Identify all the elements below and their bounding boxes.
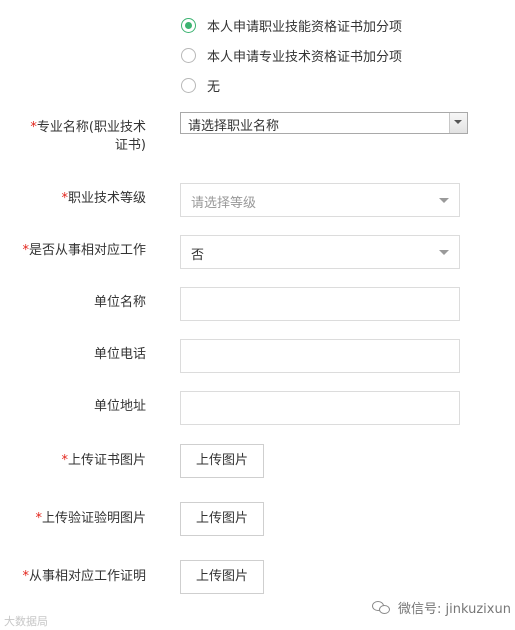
wechat-watermark: 微信号: jinkuzixun — [372, 598, 511, 617]
verification-upload-label: *上传验证验明图片 — [35, 510, 146, 528]
radio-label: 本人申请职业技能资格证书加分项 — [207, 19, 403, 35]
tech-level-label: *职业技术等级 — [61, 190, 146, 208]
label-text: 上传证书图片 — [67, 453, 146, 468]
engaged-work-value: 否 — [191, 248, 205, 263]
certificate-upload-label: *上传证书图片 — [61, 452, 146, 470]
unit-address-label: 单位地址 — [93, 399, 146, 414]
certificate-upload-button[interactable]: 上传图片 — [180, 444, 264, 478]
tech-level-placeholder: 请选择等级 — [191, 196, 257, 211]
label-text: 职业技术等级 — [67, 191, 146, 206]
work-proof-upload-label: *从事相对应工作证明 — [22, 568, 146, 586]
caret-down-icon — [439, 250, 449, 255]
footer-left-text: 大数据局 — [4, 615, 48, 628]
unit-name-label: 单位名称 — [93, 295, 146, 310]
radio-button[interactable] — [181, 77, 196, 93]
major-name-label: *专业名称(职业技术 证书) — [30, 119, 146, 155]
verification-upload-button[interactable]: 上传图片 — [180, 502, 264, 536]
wechat-icon — [372, 600, 392, 615]
major-name-select-value: 请选择职业名称 — [188, 119, 280, 134]
tech-level-select[interactable]: 请选择等级 — [180, 183, 460, 217]
unit-name-input[interactable] — [180, 287, 460, 321]
radio-button-checked[interactable] — [181, 17, 196, 33]
radio-option-professional-certificate[interactable]: 本人申请专业技术资格证书加分项 — [181, 45, 402, 65]
label-text: 从事相对应工作证明 — [28, 569, 146, 584]
label-text: 是否从事相对应工作 — [28, 243, 146, 258]
radio-button[interactable] — [181, 47, 196, 63]
unit-phone-input[interactable] — [180, 339, 460, 373]
label-line-1: 专业名称(职业技术 — [36, 120, 146, 135]
major-name-select[interactable]: 请选择职业名称 — [180, 112, 468, 134]
label-line-2: 证书) — [114, 138, 146, 153]
unit-address-input[interactable] — [180, 391, 460, 425]
engaged-work-label: *是否从事相对应工作 — [22, 242, 146, 260]
radio-label: 无 — [207, 79, 221, 95]
chevron-down-icon[interactable] — [449, 113, 467, 133]
caret-down-icon — [439, 198, 449, 203]
wechat-id-text: 微信号: jinkuzixun — [398, 601, 511, 617]
label-text: 上传验证验明图片 — [41, 511, 146, 526]
watermark-left: 大数据局 — [4, 613, 48, 629]
work-proof-upload-button[interactable]: 上传图片 — [180, 560, 264, 594]
radio-option-none[interactable]: 无 — [181, 75, 220, 95]
radio-label: 本人申请专业技术资格证书加分项 — [207, 49, 403, 65]
radio-option-skill-certificate[interactable]: 本人申请职业技能资格证书加分项 — [181, 15, 402, 35]
unit-phone-label: 单位电话 — [93, 347, 146, 362]
engaged-work-select[interactable]: 否 — [180, 235, 460, 269]
